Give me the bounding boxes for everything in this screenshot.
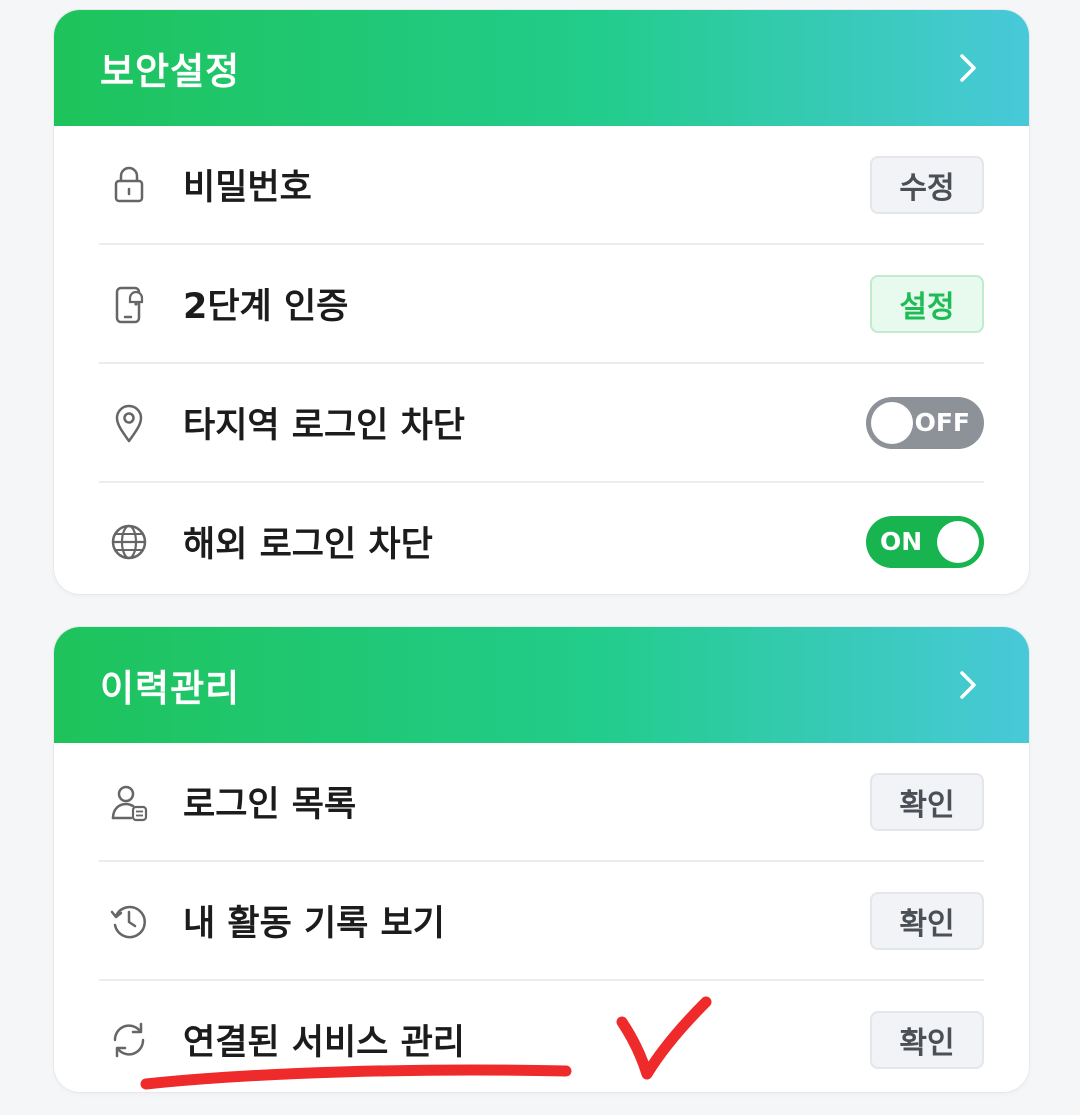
connected-services-row: 연결된 서비스 관리 확인 <box>99 981 984 1092</box>
location-pin-icon <box>107 401 167 445</box>
login-list-label: 로그인 목록 <box>183 785 357 825</box>
activity-log-row: 내 활동 기록 보기 확인 <box>99 862 984 981</box>
region-login-block-row: 타지역 로그인 차단 OFF <box>99 364 984 483</box>
history-management-title: 이력관리 <box>100 667 241 710</box>
user-list-icon <box>107 780 167 824</box>
overseas-login-block-label: 해외 로그인 차단 <box>183 525 433 565</box>
connected-services-label: 연결된 서비스 관리 <box>183 1023 465 1063</box>
two-step-auth-setup-button[interactable]: 설정 <box>870 274 984 333</box>
security-settings-card: 보안설정 비밀번호 수정 2단계 인증 설정 타지역 로그인 차단 OFF 해외… <box>54 10 1029 594</box>
security-settings-title: 보안설정 <box>100 50 241 93</box>
password-row: 비밀번호 수정 <box>99 126 984 245</box>
chevron-right-icon[interactable] <box>953 48 983 88</box>
history-clock-icon <box>107 899 167 943</box>
overseas-login-block-toggle[interactable]: ON <box>866 515 984 568</box>
activity-log-label: 내 활동 기록 보기 <box>183 904 445 944</box>
sync-icon <box>107 1018 167 1062</box>
security-settings-header[interactable]: 보안설정 <box>54 10 1029 126</box>
login-list-confirm-button[interactable]: 확인 <box>870 772 984 831</box>
region-login-block-toggle[interactable]: OFF <box>866 396 984 449</box>
toggle-state-label: ON <box>880 527 923 556</box>
toggle-knob <box>937 520 979 563</box>
globe-icon <box>107 520 167 564</box>
password-edit-button[interactable]: 수정 <box>870 155 984 214</box>
lock-icon <box>107 163 167 207</box>
history-management-header[interactable]: 이력관리 <box>54 627 1029 743</box>
region-login-block-label: 타지역 로그인 차단 <box>183 406 465 446</box>
password-label: 비밀번호 <box>183 168 312 208</box>
toggle-knob <box>871 401 913 444</box>
two-step-auth-label: 2단계 인증 <box>183 287 349 327</box>
chevron-right-icon[interactable] <box>953 665 983 705</box>
login-list-row: 로그인 목록 확인 <box>99 743 984 862</box>
overseas-login-block-row: 해외 로그인 차단 ON <box>99 483 984 594</box>
activity-log-confirm-button[interactable]: 확인 <box>870 891 984 950</box>
toggle-state-label: OFF <box>914 408 970 437</box>
connected-services-confirm-button[interactable]: 확인 <box>870 1010 984 1069</box>
phone-bell-icon <box>107 282 167 326</box>
two-step-auth-row: 2단계 인증 설정 <box>99 245 984 364</box>
history-management-card: 이력관리 로그인 목록 확인 내 활동 기록 보기 확인 연결된 서비스 관리 … <box>54 627 1029 1092</box>
